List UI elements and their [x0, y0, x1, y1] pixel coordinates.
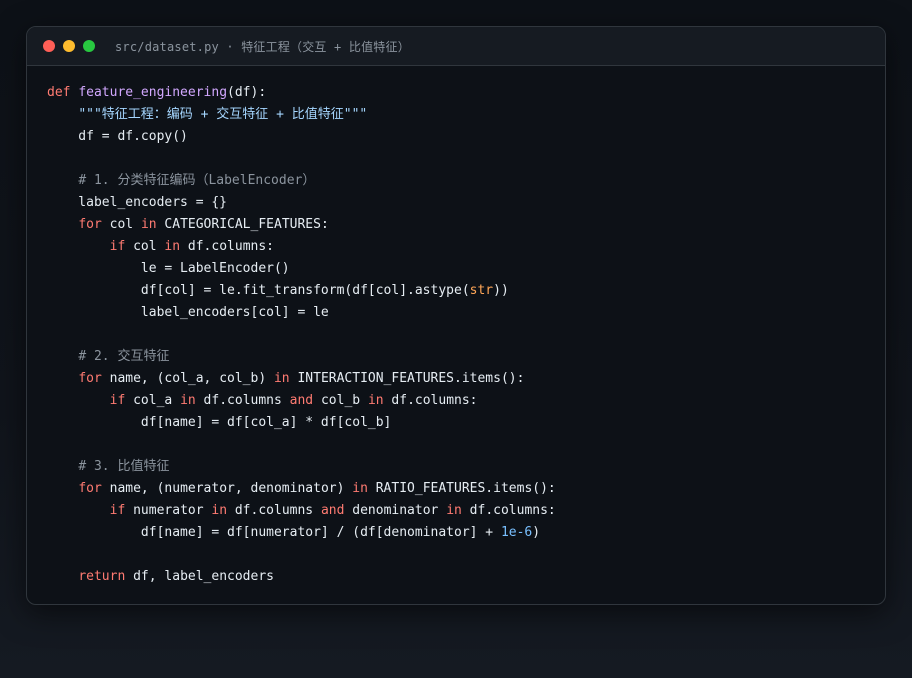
- window-titlebar: src/dataset.py · 特征工程（交互 + 比值特征）: [27, 27, 885, 66]
- code-token: col: [101, 217, 141, 232]
- code-window: src/dataset.py · 特征工程（交互 + 比值特征） def fea…: [26, 26, 886, 605]
- code-line: label_encoders = {}: [47, 192, 556, 214]
- code-token: and: [289, 393, 314, 408]
- code-token: ): [532, 525, 541, 540]
- code-token: df = df.copy(): [47, 129, 188, 144]
- code-token: label_encoders = {}: [47, 195, 228, 210]
- code-token: df.columns:: [383, 393, 478, 408]
- code-token: denominator: [344, 503, 447, 518]
- code-token: 1e-6: [500, 525, 533, 540]
- code-token: if: [109, 239, 126, 254]
- code-token: if: [109, 393, 126, 408]
- code-token: INTERACTION_FEATURES.items():: [289, 371, 525, 386]
- code-line: le = LabelEncoder(): [47, 258, 556, 280]
- code-line: df = df.copy(): [47, 126, 556, 148]
- code-line: for col in CATEGORICAL_FEATURES:: [47, 214, 556, 236]
- code-token: )): [493, 283, 509, 298]
- code-token: name, (col_a, col_b): [101, 371, 274, 386]
- code-token: CATEGORICAL_FEATURES:: [156, 217, 329, 232]
- code-token: for: [78, 371, 102, 386]
- code-line: label_encoders[col] = le: [47, 302, 556, 324]
- code-token: col_b: [313, 393, 368, 408]
- code-line: for name, (numerator, denominator) in RA…: [47, 478, 556, 500]
- code-token: in: [352, 481, 368, 496]
- code-line: if numerator in df.columns and denominat…: [47, 500, 556, 522]
- code-line: return df, label_encoders: [47, 566, 556, 588]
- code-token: numerator: [125, 503, 212, 518]
- code-token: label_encoders[col] = le: [47, 305, 329, 320]
- code-token: in: [273, 371, 290, 386]
- code-token: if: [109, 503, 126, 518]
- code-token: in: [367, 393, 384, 408]
- code-line: # 3. 比值特征: [47, 456, 556, 478]
- code-token: in: [180, 393, 196, 408]
- code-line: df[col] = le.fit_transform(df[col].astyp…: [47, 280, 556, 302]
- code-token: le = LabelEncoder(): [47, 261, 290, 276]
- code-token: feature_engineering: [78, 85, 228, 100]
- code-token: col_a: [125, 393, 181, 408]
- maximize-window-button[interactable]: [83, 40, 95, 52]
- code-token: """特征工程：编码 + 交互特征 + 比值特征""": [78, 107, 368, 122]
- code-line: # 2. 交互特征: [47, 346, 556, 368]
- code-line: # 1. 分类特征编码（LabelEncoder）: [47, 170, 556, 192]
- code-block: def feature_engineering(df): """特征工程：编码 …: [47, 82, 556, 588]
- code-token: df, label_encoders: [125, 569, 274, 584]
- code-token: for: [78, 481, 102, 496]
- code-token: in: [164, 239, 181, 254]
- code-token: df[col] = le.fit_transform(df[col].astyp…: [47, 283, 470, 298]
- code-token: in: [446, 503, 462, 518]
- code-line: df[name] = df[numerator] / (df[denominat…: [47, 522, 556, 544]
- code-line: """特征工程：编码 + 交互特征 + 比值特征""": [47, 104, 556, 126]
- code-token: and: [320, 503, 345, 518]
- code-line: df[name] = df[col_a] * df[col_b]: [47, 412, 556, 434]
- code-token: # 2. 交互特征: [78, 349, 170, 364]
- code-token: name, (numerator, denominator): [101, 481, 353, 496]
- code-token: in: [140, 217, 157, 232]
- code-token: df.columns: [227, 503, 321, 518]
- code-line: for name, (col_a, col_b) in INTERACTION_…: [47, 368, 556, 390]
- code-token: df[name] = df[numerator] / (df[denominat…: [47, 525, 501, 540]
- code-token: df[name] = df[col_a] * df[col_b]: [47, 415, 392, 430]
- code-token: col: [125, 239, 165, 254]
- code-token: return: [78, 569, 126, 584]
- code-token: in: [211, 503, 228, 518]
- code-token: df.columns:: [461, 503, 556, 518]
- window-title: src/dataset.py · 特征工程（交互 + 比值特征）: [115, 39, 410, 54]
- code-line: if col in df.columns:: [47, 236, 556, 258]
- code-line: def feature_engineering(df):: [47, 82, 556, 104]
- code-token: RATIO_FEATURES.items():: [367, 481, 556, 496]
- minimize-window-button[interactable]: [63, 40, 75, 52]
- code-token: # 1. 分类特征编码（LabelEncoder）: [78, 173, 316, 188]
- code-token: for: [78, 217, 102, 232]
- code-line: if col_a in df.columns and col_b in df.c…: [47, 390, 556, 412]
- code-token: str: [469, 283, 494, 298]
- code-token: (df):: [227, 85, 267, 100]
- code-token: def: [47, 85, 71, 100]
- code-token: df.columns:: [180, 239, 274, 254]
- code-token: df.columns: [195, 393, 290, 408]
- close-window-button[interactable]: [43, 40, 55, 52]
- code-token: # 3. 比值特征: [78, 459, 170, 474]
